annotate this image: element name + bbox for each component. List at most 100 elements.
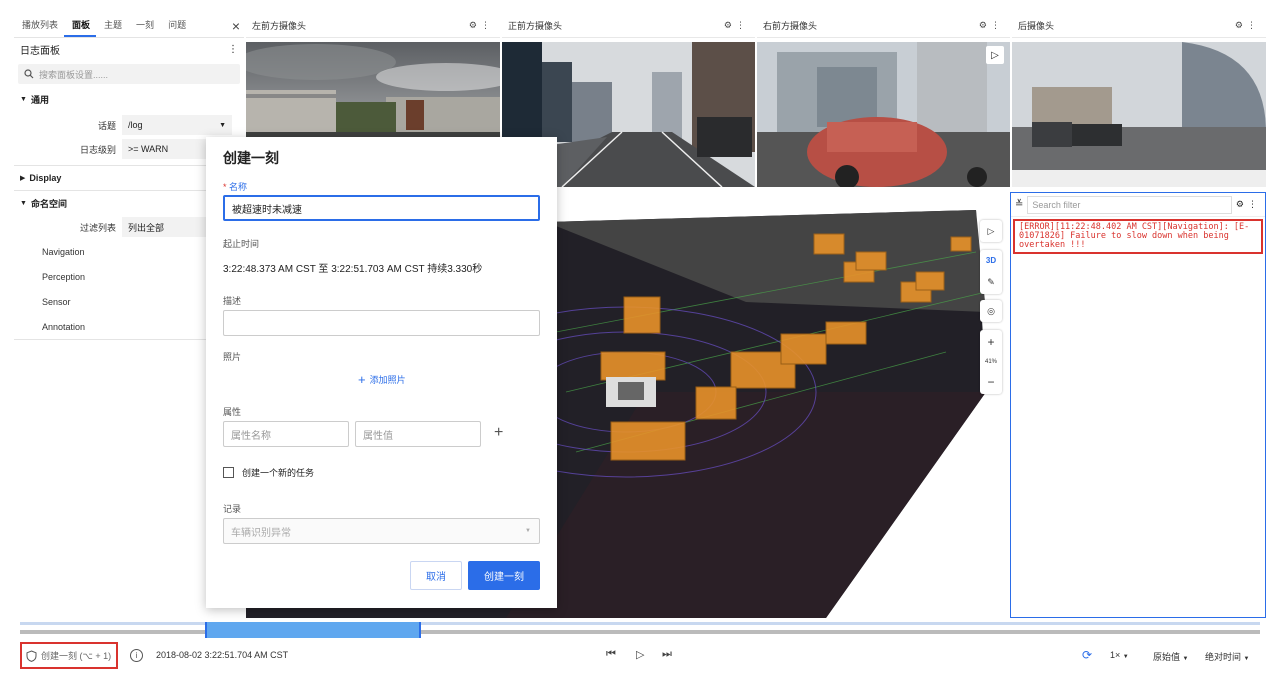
settings-icon[interactable]: ⚙⋮ (1235, 20, 1260, 31)
timeline-selection[interactable] (205, 622, 421, 638)
caret-down-icon: ▼ (525, 528, 531, 534)
photo-label: 照片 (223, 352, 242, 362)
log-filter-bar: ≚ Search filter ⚙⋮ (1011, 193, 1265, 217)
ruler-icon[interactable]: ✎ (987, 277, 995, 288)
add-attribute-icon[interactable]: + (494, 424, 503, 442)
value-mode-label: 原始值 (1153, 652, 1181, 662)
collapse-icon[interactable]: ≚ (1015, 199, 1023, 210)
topic-row: 话题 /log ▼ (14, 113, 244, 137)
level-label: 日志级别 (79, 144, 116, 155)
camera-header: 左前方摄像头 ⚙⋮ (246, 14, 500, 38)
shield-icon (26, 649, 37, 662)
log-search-input[interactable]: Search filter (1027, 195, 1232, 214)
settings-icon[interactable]: ⚙⋮ (724, 20, 749, 31)
caret-down-icon: ▼ (219, 121, 226, 129)
filter-value: 列出全部 (128, 222, 165, 233)
section-general[interactable]: ▼ 通用 (14, 87, 244, 111)
create-task-checkbox[interactable] (223, 467, 234, 478)
tab-panel[interactable]: 面板 (64, 18, 97, 37)
plus-icon: + (358, 372, 366, 387)
3d-toggle-button[interactable]: 3D (986, 256, 996, 265)
value-mode-select[interactable]: 原始值 ▼ (1153, 650, 1188, 663)
topic-select[interactable]: /log ▼ (122, 115, 232, 135)
record-select[interactable]: 车辆识别异常 ▼ (223, 518, 540, 544)
skip-back-icon[interactable]: ⏮ (606, 648, 616, 661)
zoom-level: 41% (984, 359, 997, 365)
settings-icon[interactable]: ⚙⋮ (469, 20, 494, 31)
tab-playlist[interactable]: 播放列表 (14, 18, 64, 37)
caret-right-icon: ▶ (20, 175, 26, 182)
description-input[interactable] (223, 310, 540, 336)
speed-select[interactable]: 1× ▼ (1110, 650, 1129, 660)
topic-label: 话题 (97, 120, 116, 131)
tab-topics[interactable]: 主题 (96, 18, 128, 37)
camera-panel-rear: 后摄像头 ⚙⋮ (1012, 14, 1266, 187)
cancel-button[interactable]: 取消 (410, 561, 462, 590)
select-cursor-icon[interactable]: ▷ (986, 46, 1004, 64)
section-display-label: Display (29, 173, 62, 183)
tab-issues[interactable]: 问题 (160, 18, 192, 37)
log-entry-error[interactable]: [ERROR][11:22:48.402 AM CST][Navigation]… (1013, 219, 1263, 254)
playback-bar: 创建一刻 (⌥ + 1) i 2018-08-02 3:22:51.704 AM… (0, 618, 1280, 683)
name-label: * 名称 (223, 182, 248, 192)
time-mode-label: 绝对时间 (1205, 652, 1242, 662)
topic-value: /log (128, 120, 143, 130)
log-panel: ≚ Search filter ⚙⋮ [ERROR][11:22:48.402 … (1010, 192, 1266, 618)
time-label: 起止时间 (223, 239, 260, 249)
close-icon[interactable]: × (232, 18, 240, 34)
create-moment-dialog: 创建一刻 * 名称 被超速时未减速 起止时间 3:22:48.373 AM CS… (206, 137, 557, 608)
current-timestamp: 2018-08-02 3:22:51.704 AM CST (156, 650, 289, 660)
name-label-text: 名称 (229, 182, 248, 192)
play-icon[interactable]: ▷ (636, 648, 644, 661)
settings-icon[interactable]: ⚙⋮ (1236, 199, 1261, 210)
name-input[interactable]: 被超速时未减速 (223, 195, 540, 221)
more-vertical-icon[interactable]: ⋮ (228, 44, 238, 55)
create-moment-button[interactable]: 创建一刻 (⌥ + 1) (20, 642, 118, 669)
zoom-out-icon[interactable]: − (987, 375, 994, 389)
caret-down-icon: ▼ (1243, 656, 1250, 662)
tab-moments[interactable]: 一刻 (128, 18, 160, 37)
caret-down-icon: ▼ (20, 95, 27, 103)
camera-title: 后摄像头 (1018, 21, 1055, 31)
create-task-checkbox-row[interactable]: 创建一个新的任务 (223, 466, 314, 479)
camera-title: 正前方摄像头 (508, 21, 563, 31)
section-general-label: 通用 (30, 94, 49, 105)
camera-image (1012, 42, 1266, 187)
loop-icon[interactable]: ⟳ (1082, 648, 1092, 662)
view-toolbar: 3D ✎ (980, 250, 1002, 294)
create-task-label: 创建一个新的任务 (242, 468, 315, 478)
filter-label: 过滤列表 (79, 222, 116, 233)
create-moment-label: 创建一刻 (⌥ + 1) (41, 651, 112, 661)
camera-image: ▷ (757, 42, 1010, 187)
record-placeholder: 车辆识别异常 (231, 527, 291, 539)
create-moment-submit-button[interactable]: 创建一刻 (468, 561, 540, 590)
caret-down-icon: ▼ (1182, 656, 1189, 662)
camera-title: 左前方摄像头 (252, 21, 307, 31)
add-photo-label: 添加照片 (369, 375, 406, 385)
caret-down-icon: ▼ (20, 199, 27, 207)
settings-icon[interactable]: ⚙⋮ (979, 20, 1004, 31)
attribute-label: 属性 (223, 407, 242, 417)
caret-down-icon: ▼ (1122, 654, 1129, 660)
select-cursor-icon[interactable]: ▷ (980, 220, 1002, 242)
locate-icon[interactable]: ◎ (980, 300, 1002, 322)
record-label: 记录 (223, 504, 242, 514)
camera-title: 右前方摄像头 (763, 21, 818, 31)
info-icon[interactable]: i (130, 649, 143, 662)
skip-forward-icon[interactable]: ⏭ (662, 648, 672, 661)
search-placeholder: 搜索面板设置...... (39, 69, 109, 80)
zoom-toolbar: + 41% − (980, 330, 1002, 394)
camera-header: 后摄像头 ⚙⋮ (1012, 14, 1266, 38)
add-photo-button[interactable]: + 添加照片 (358, 372, 406, 387)
attribute-value-input[interactable]: 属性值 (355, 421, 481, 447)
time-mode-select[interactable]: 绝对时间 ▼ (1205, 650, 1249, 663)
section-namespace-label: 命名空间 (30, 198, 67, 209)
dialog-title: 创建一刻 (223, 150, 279, 166)
panel-settings-search[interactable]: 搜索面板设置...... (18, 64, 240, 84)
speed-value: 1× (1110, 650, 1121, 660)
camera-panel-right-front: 右前方摄像头 ⚙⋮ ▷ (757, 14, 1010, 187)
attribute-name-input[interactable]: 属性名称 (223, 421, 349, 447)
camera-header: 正前方摄像头 ⚙⋮ (502, 14, 755, 38)
zoom-in-icon[interactable]: + (987, 335, 994, 349)
panel-header: 日志面板 ⋮ (14, 38, 244, 60)
